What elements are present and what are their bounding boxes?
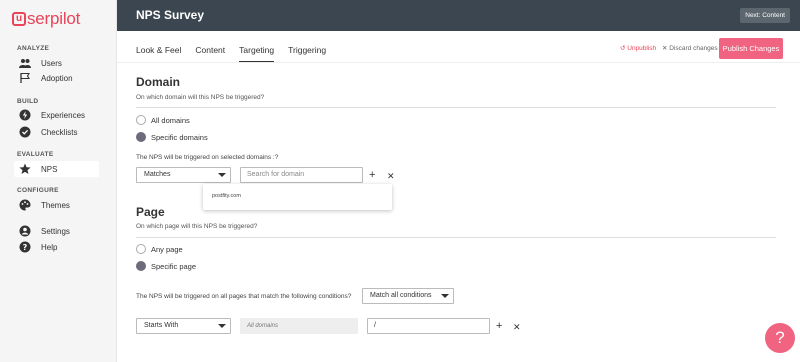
radio-label: All domains <box>151 115 190 125</box>
domain-suggestions-dropdown: postfity.com <box>203 184 392 210</box>
sidebar-item-themes[interactable]: Themes <box>14 197 99 213</box>
question-icon: ? <box>18 240 32 254</box>
tab-targeting[interactable]: Targeting <box>239 40 275 62</box>
next-content-button[interactable]: Next: Content <box>740 8 790 23</box>
chevron-down-icon <box>218 324 226 328</box>
domain-match-select[interactable]: Matches <box>136 167 231 183</box>
domain-info-text: The NPS will be triggered on selected do… <box>136 154 279 161</box>
domain-heading: Domain <box>136 75 181 89</box>
radio-specific-domains[interactable]: Specific domains <box>136 132 208 142</box>
match-conditions-select[interactable]: Match all conditions <box>362 288 454 304</box>
palette-icon <box>18 198 32 212</box>
tab-bar: Look & Feel Content Targeting Triggering <box>136 40 340 62</box>
tab-triggering[interactable]: Triggering <box>288 40 326 62</box>
logo-text: serpilot <box>27 9 81 28</box>
unpublish-button[interactable]: ↺ Unpublish <box>620 44 656 52</box>
tab-content[interactable]: Content <box>195 40 225 62</box>
person-icon <box>18 224 32 238</box>
discard-changes-button[interactable]: ✕ Discard changes <box>662 44 718 52</box>
tab-divider <box>117 62 800 63</box>
select-value: Match all conditions <box>370 292 432 299</box>
bolt-icon <box>18 108 32 122</box>
sidebar-item-label: Settings <box>41 226 70 236</box>
section-label-evaluate: EVALUATE <box>17 151 54 158</box>
radio-label: Specific page <box>151 261 197 271</box>
radio-button-checked[interactable] <box>136 261 146 271</box>
page-subtitle: On which page will this NPS be triggered… <box>136 223 258 230</box>
help-chat-button[interactable]: ? <box>765 323 795 353</box>
users-icon <box>18 56 32 70</box>
rule-value-text: / <box>374 322 376 329</box>
page-info-text: The NPS will be triggered on all pages t… <box>136 293 352 300</box>
sidebar-item-label: Themes <box>41 200 70 210</box>
rule-domain-text: All domains <box>247 323 279 329</box>
radio-label: Specific domains <box>151 132 208 142</box>
dropdown-option[interactable]: postfity.com <box>212 193 241 199</box>
remove-rule-icon[interactable]: ✕ <box>513 322 521 332</box>
sidebar-item-label: NPS <box>41 164 58 174</box>
radio-any-page[interactable]: Any page <box>136 244 183 254</box>
tab-look-and-feel[interactable]: Look & Feel <box>136 40 181 62</box>
svg-text:?: ? <box>23 243 28 252</box>
logo[interactable]: u serpilot <box>12 9 80 29</box>
sidebar-item-settings[interactable]: Settings <box>14 223 99 239</box>
radio-specific-page[interactable]: Specific page <box>136 261 196 271</box>
checklist-icon <box>18 125 32 139</box>
sidebar-item-nps[interactable]: NPS <box>14 161 99 177</box>
sidebar-item-label: Checklists <box>41 127 78 137</box>
radio-label: Any page <box>151 244 183 254</box>
page-rule-select[interactable]: Starts With <box>136 318 231 334</box>
select-value: Starts With <box>144 322 179 329</box>
page-divider <box>136 237 776 238</box>
select-value: Matches <box>144 171 171 178</box>
chevron-down-icon <box>441 294 449 298</box>
domain-divider <box>136 107 776 108</box>
search-placeholder: Search for domain <box>247 171 305 178</box>
sidebar-item-help[interactable]: ? Help <box>14 239 99 255</box>
sidebar-item-users[interactable]: Users <box>14 55 99 71</box>
sidebar: u serpilot ANALYZE Users Adoption BUILD … <box>0 0 117 362</box>
publish-changes-button[interactable]: Publish Changes <box>719 38 783 59</box>
section-label-build: BUILD <box>17 98 39 105</box>
page-title: NPS Survey <box>136 8 205 22</box>
radio-button[interactable] <box>136 244 146 254</box>
sidebar-item-checklists[interactable]: Checklists <box>14 124 99 140</box>
chevron-down-icon <box>218 173 226 177</box>
domain-search-input[interactable]: Search for domain <box>240 167 363 183</box>
radio-all-domains[interactable]: All domains <box>136 115 190 125</box>
page-heading: Page <box>136 205 165 219</box>
page-rule-domain-field: All domains <box>240 318 358 334</box>
sidebar-item-label: Help <box>41 242 58 252</box>
sidebar-item-label: Adoption <box>41 73 73 83</box>
page-rule-value-input[interactable]: / <box>367 318 490 334</box>
radio-button-checked[interactable] <box>136 132 146 142</box>
sidebar-item-adoption[interactable]: Adoption <box>14 70 99 86</box>
remove-domain-icon[interactable]: ✕ <box>387 171 395 181</box>
add-domain-icon[interactable]: + <box>369 170 375 181</box>
star-icon <box>18 162 32 176</box>
flag-icon <box>18 71 32 85</box>
sidebar-item-label: Users <box>41 58 62 68</box>
sidebar-item-experiences[interactable]: Experiences <box>14 107 99 123</box>
sidebar-item-label: Experiences <box>41 110 86 120</box>
logo-mark: u <box>12 12 26 26</box>
radio-button[interactable] <box>136 115 146 125</box>
section-label-configure: CONFIGURE <box>17 187 59 194</box>
add-rule-icon[interactable]: + <box>496 321 502 332</box>
header-bar: NPS Survey Next: Content <box>117 0 800 31</box>
section-label-analyze: ANALYZE <box>17 45 50 52</box>
domain-subtitle: On which domain will this NPS be trigger… <box>136 94 265 101</box>
